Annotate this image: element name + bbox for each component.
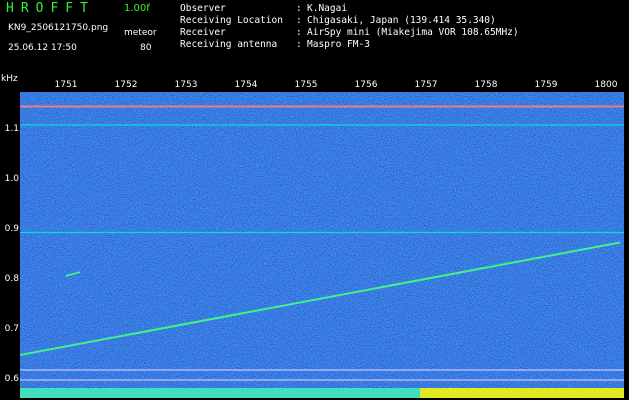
version-label: 1.00f	[124, 3, 150, 14]
x-tick-label: 1754	[234, 80, 258, 90]
colon: :	[296, 3, 302, 14]
x-tick-label: 1756	[354, 80, 378, 90]
bottom-activity-bar-cyan	[20, 388, 420, 398]
y-tick-label: 0.8	[4, 274, 19, 284]
x-tick-label: 1755	[294, 80, 318, 90]
noise-texture	[20, 92, 624, 398]
file-name: KN9_2506121750.png	[8, 23, 109, 33]
x-tick-label: 1757	[414, 80, 438, 90]
colon: :	[296, 27, 302, 38]
colon: :	[296, 15, 302, 26]
app-title: HROFFT	[6, 1, 95, 16]
x-tick-label: 1758	[474, 80, 498, 90]
mode-label: meteor	[124, 28, 157, 38]
receiver-label: Receiver	[180, 27, 226, 38]
y-axis-unit: kHz	[1, 74, 18, 84]
date-time: 25.06.12 17:50	[8, 43, 77, 53]
antenna-value: Maspro FM-3	[307, 39, 370, 50]
observer-value: K.Nagai	[307, 3, 348, 14]
spectrogram	[20, 92, 624, 398]
y-tick-label: 1.1	[4, 124, 19, 134]
y-tick-label: 0.7	[4, 324, 19, 334]
count-value: 80	[140, 43, 152, 53]
x-tick-label: 1752	[114, 80, 138, 90]
y-tick-label: 1.0	[4, 174, 19, 184]
y-tick-label: 0.9	[4, 224, 19, 234]
x-tick-label: 1751	[54, 80, 78, 90]
x-tick-label: 1753	[174, 80, 198, 90]
colon: :	[296, 39, 302, 50]
location-label: Receiving Location	[180, 15, 283, 26]
x-tick-label: 1759	[534, 80, 558, 90]
x-tick-label: 1800	[594, 80, 618, 90]
observer-label: Observer	[180, 3, 226, 14]
receiver-value: AirSpy mini (Miakejima VOR 108.65MHz)	[307, 27, 519, 38]
location-value: Chigasaki, Japan (139.414 35.340)	[307, 15, 496, 26]
antenna-label: Receiving antenna	[180, 39, 278, 50]
y-tick-label: 0.6	[4, 374, 19, 384]
